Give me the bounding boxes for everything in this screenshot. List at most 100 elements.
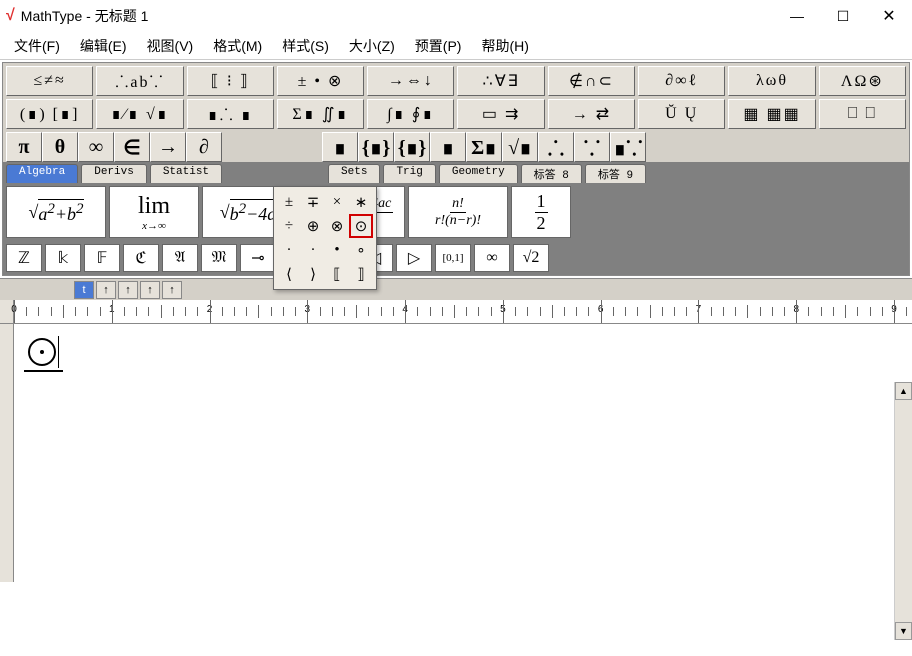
palette-boxes[interactable]: ⎕ ⎕	[819, 99, 906, 129]
palette-operators[interactable]: ± • ⊗	[277, 66, 364, 96]
menu-help[interactable]: 帮助(H)	[471, 32, 538, 60]
popup-langle[interactable]: ⟨	[277, 262, 301, 286]
sym-partial[interactable]: ∂	[186, 132, 222, 162]
tab-custom9[interactable]: 标答 9	[585, 164, 646, 183]
size-btn-t[interactable]: t	[74, 281, 94, 299]
popup-bullet[interactable]: •	[325, 238, 349, 262]
palette-products[interactable]: Ŭ Ų	[638, 99, 725, 129]
sym-arrow[interactable]: →	[150, 132, 186, 162]
popup-cdot1[interactable]: ·	[277, 238, 301, 262]
bsym-sqrt2[interactable]: √2	[513, 244, 549, 272]
palette-greek-upper[interactable]: ΛΩ⊛	[819, 66, 906, 96]
scroll-up-button[interactable]: ▲	[895, 382, 912, 400]
palette-sums[interactable]: Σ∎ ∬∎	[277, 99, 364, 129]
palette-bars[interactable]: ▭ ⇉	[457, 99, 544, 129]
bsym-Z[interactable]: ℤ	[6, 244, 42, 272]
sym-brace2[interactable]: {∎}	[394, 132, 430, 162]
palette-subsup[interactable]: ∎⸫ ∎	[187, 99, 274, 129]
size-btn-3[interactable]: ↑	[140, 281, 160, 299]
popup-times[interactable]: ×	[325, 190, 349, 214]
bsym-C[interactable]: ℭ	[123, 244, 159, 272]
popup-cdot2[interactable]: ·	[301, 238, 325, 262]
tab-derivs[interactable]: Derivs	[81, 164, 147, 183]
sym-brace1[interactable]: {∎}	[358, 132, 394, 162]
sym-slot[interactable]: ∎	[322, 132, 358, 162]
app-icon: √	[6, 7, 15, 25]
bsym-A[interactable]: 𝔄	[162, 244, 198, 272]
sym-infinity[interactable]: ∞	[78, 132, 114, 162]
preset-half[interactable]: 12	[511, 186, 571, 238]
bsym-M[interactable]: 𝔐	[201, 244, 237, 272]
palette-misc[interactable]: ∂∞ℓ	[638, 66, 725, 96]
bsym-k[interactable]: 𝕜	[45, 244, 81, 272]
sym-dots2[interactable]: ⸪	[574, 132, 610, 162]
tab-custom8[interactable]: 标答 8	[521, 164, 582, 183]
popup-mp[interactable]: ∓	[301, 190, 325, 214]
size-btn-1[interactable]: ↑	[96, 281, 116, 299]
menu-view[interactable]: 视图(V)	[137, 32, 204, 60]
preset-limit[interactable]: limx→∞	[109, 186, 199, 238]
palette-fences[interactable]: (∎) [∎]	[6, 99, 93, 129]
palette-fractions[interactable]: ∎⁄∎ √∎	[96, 99, 183, 129]
close-button[interactable]: ✕	[866, 1, 912, 31]
tab-algebra[interactable]: Algebra	[6, 164, 78, 183]
preset-pythagoras[interactable]: √a2+b2	[6, 186, 106, 238]
menu-style[interactable]: 样式(S)	[272, 32, 339, 60]
popup-lbrack[interactable]: ⟦	[325, 262, 349, 286]
sym-sqrt[interactable]: √∎	[502, 132, 538, 162]
bsym-F[interactable]: 𝔽	[84, 244, 120, 272]
size-btn-4[interactable]: ↑	[162, 281, 182, 299]
maximize-button[interactable]: ☐	[820, 1, 866, 31]
sym-dots3[interactable]: ∎⸪	[610, 132, 646, 162]
tab-statist[interactable]: Statist	[150, 164, 222, 183]
palette-logical[interactable]: ∴∀∃	[457, 66, 544, 96]
bsym-inf2[interactable]: ∞	[474, 244, 510, 272]
popup-rbrack[interactable]: ⟧	[349, 262, 373, 286]
popup-ast[interactable]: ∗	[349, 190, 373, 214]
palette-matrix[interactable]: ▦ ▦▦	[728, 99, 815, 129]
tab-sets[interactable]: Sets	[328, 164, 380, 183]
palette-arrows[interactable]: →⇔↓	[367, 66, 454, 96]
menu-edit[interactable]: 编辑(E)	[70, 32, 137, 60]
palette-spaces[interactable]: ⸫ab⸪	[96, 66, 183, 96]
palette-integrals[interactable]: ∫∎ ∮∎	[367, 99, 454, 129]
popup-odot[interactable]: ⊙	[349, 214, 373, 238]
sym-theta[interactable]: θ	[42, 132, 78, 162]
sym-sum[interactable]: Σ∎	[466, 132, 502, 162]
size-btn-2[interactable]: ↑	[118, 281, 138, 299]
menu-size[interactable]: 大小(Z)	[339, 32, 405, 60]
menu-file[interactable]: 文件(F)	[4, 32, 70, 60]
sym-slot2[interactable]: ∎	[430, 132, 466, 162]
bsym-lollipop[interactable]: ⊸	[240, 244, 276, 272]
palette-relational[interactable]: ≤≠≈	[6, 66, 93, 96]
tab-geometry[interactable]: Geometry	[439, 164, 518, 183]
menu-format[interactable]: 格式(M)	[203, 32, 272, 60]
popup-circ[interactable]: ∘	[349, 238, 373, 262]
popup-pm[interactable]: ±	[277, 190, 301, 214]
size-indicator-bar: t ↑ ↑ ↑ ↑	[0, 278, 912, 300]
palette-labeled-arrows[interactable]: → ⇄	[548, 99, 635, 129]
formula-presets: √a2+b2 limx→∞ √b2−4ac −b±√b²−4ac2a n!r!(…	[3, 183, 909, 241]
minimize-button[interactable]: —	[774, 1, 820, 31]
sym-element[interactable]: ∈	[114, 132, 150, 162]
equation-editor[interactable]	[14, 324, 912, 582]
sym-pi[interactable]: π	[6, 132, 42, 162]
scroll-down-button[interactable]: ▼	[895, 622, 912, 640]
popup-rangle[interactable]: ⟩	[301, 262, 325, 286]
popup-oplus[interactable]: ⊕	[301, 214, 325, 238]
palette-row-2: (∎) [∎] ∎⁄∎ √∎ ∎⸫ ∎ Σ∎ ∬∎ ∫∎ ∮∎ ▭ ⇉ → ⇄ …	[6, 99, 906, 129]
tab-trig[interactable]: Trig	[383, 164, 435, 183]
bsym-triangle-right[interactable]: ▷	[396, 244, 432, 272]
palette-embellish[interactable]: ⟦ ⁝ ⟧	[187, 66, 274, 96]
popup-div[interactable]: ÷	[277, 214, 301, 238]
text-cursor	[58, 336, 59, 368]
menu-preset[interactable]: 预置(P)	[405, 32, 472, 60]
preset-combination[interactable]: n!r!(n−r)!	[408, 186, 508, 238]
palette-set[interactable]: ∉∩⊂	[548, 66, 635, 96]
sym-dots1[interactable]: ⸫	[538, 132, 574, 162]
ruler-horizontal[interactable]: 0123456789	[14, 300, 912, 323]
bsym-interval[interactable]: [0,1]	[435, 244, 471, 272]
palette-greek-lower[interactable]: λωθ	[728, 66, 815, 96]
vertical-scrollbar[interactable]: ▲ ▼	[894, 382, 912, 640]
popup-otimes[interactable]: ⊗	[325, 214, 349, 238]
